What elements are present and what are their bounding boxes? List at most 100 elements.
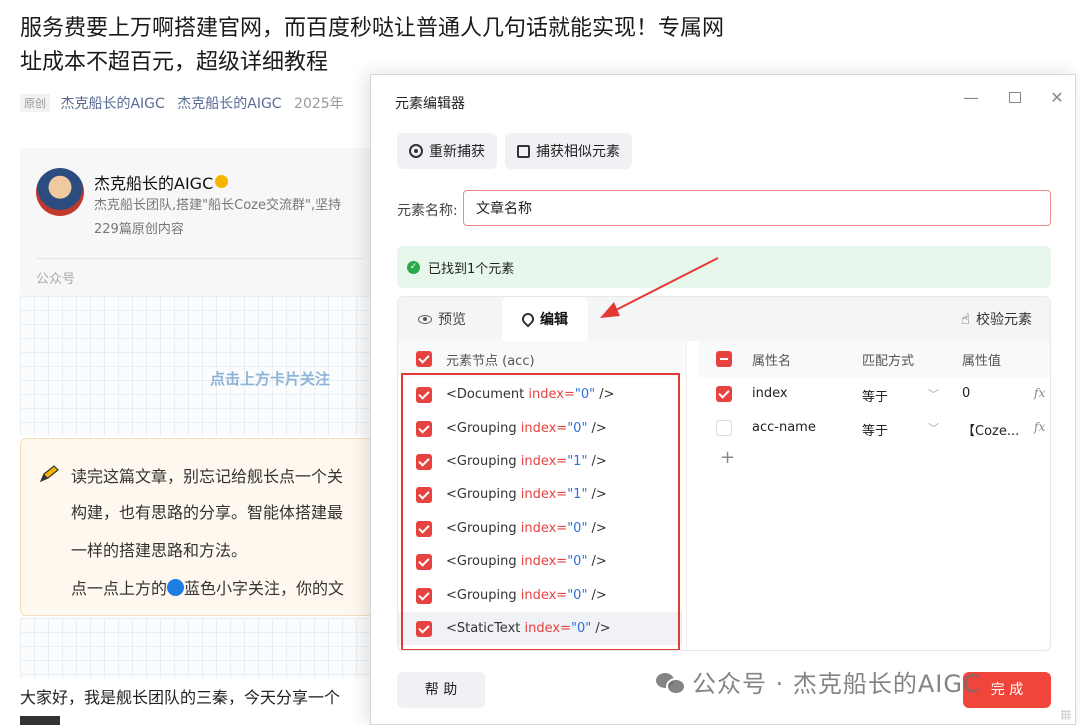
match-select[interactable]: 等于	[862, 420, 888, 439]
property-checkbox[interactable]	[716, 386, 732, 402]
tab-edit[interactable]: 编辑	[502, 297, 588, 341]
article-title: 服务费要上万啊搭建官网，而百度秒哒让普通人几句话就能实现！专属网址成本不超百元，…	[20, 16, 725, 75]
account-profile-card[interactable]: 杰克船长的AIGC 杰克船长团队,搭建"船长Coze交流群",坚持 229篇原创…	[20, 148, 380, 296]
tree-node[interactable]: <Grouping index="0" />	[398, 412, 682, 445]
node-end: />	[591, 621, 611, 636]
note-line-1: 读完这篇文章，别忘记给舰长点一个关	[71, 467, 344, 486]
tree-node[interactable]: <Grouping index="1" />	[398, 478, 682, 511]
resize-grip[interactable]	[1061, 710, 1071, 720]
node-end: />	[587, 487, 607, 502]
verified-icon	[215, 175, 229, 188]
node-tag: <Document	[446, 387, 525, 402]
tree-node[interactable]: <Document index="0" />	[398, 378, 682, 411]
verify-element-button[interactable]: ☝ 校验元素	[941, 297, 1050, 341]
avatar	[36, 168, 84, 216]
tab-preview[interactable]: 预览	[398, 297, 486, 341]
note-line-2: 构建，也有思路的分享。智能体搭建最	[71, 503, 344, 522]
fx-icon[interactable]: fx	[1034, 420, 1045, 434]
property-checkbox[interactable]	[716, 420, 732, 436]
props-select-all-checkbox[interactable]	[716, 351, 732, 367]
follow-tip: 点击上方卡片关注	[210, 370, 331, 388]
found-text: 已找到1个元素	[428, 261, 515, 277]
watermark: 公众号 · 杰克船长的AIGC	[656, 664, 981, 699]
property-row: index 等于 ﹀ 0 fx	[698, 377, 1050, 411]
node-end: />	[587, 454, 607, 469]
props-header: 属性名 匹配方式 属性值	[698, 341, 1050, 377]
node-end: />	[587, 554, 607, 569]
node-attr: index=	[520, 421, 568, 436]
node-checkbox[interactable]	[416, 453, 432, 470]
panel-splitter[interactable]	[686, 341, 698, 650]
tree-node[interactable]: <Grouping index="0" />	[398, 545, 682, 578]
tree-node-selected[interactable]: <StaticText index="0" />	[398, 612, 682, 645]
node-label: <Grouping index="0" />	[446, 521, 607, 536]
element-name-label: 元素名称:	[397, 203, 458, 219]
node-tag: <Grouping	[446, 454, 517, 469]
property-value[interactable]: 【Coze...	[962, 420, 1019, 439]
node-label: <Grouping index="1" />	[446, 487, 607, 502]
element-tree: <Document index="0" /> <Grouping index="…	[398, 377, 686, 650]
element-editor-dialog: 元素编辑器 — ✕ 重新捕获 捕获相似元素 元素名称: ✓ 已找到1个元素 预览…	[370, 74, 1076, 725]
tree-node[interactable]: <Grouping index="0" />	[398, 579, 682, 612]
target-icon	[409, 144, 423, 158]
node-checkbox[interactable]	[416, 553, 432, 570]
node-checkbox[interactable]	[416, 420, 432, 437]
node-attr: index=	[520, 521, 568, 536]
node-tag: <Grouping	[446, 421, 517, 436]
follow-banner: 点击上方卡片关注	[20, 296, 380, 436]
recapture-button[interactable]: 重新捕获	[397, 133, 497, 169]
node-checkbox[interactable]	[416, 620, 432, 637]
node-checkbox[interactable]	[416, 486, 432, 503]
node-tag: <Grouping	[446, 554, 517, 569]
account-desc: 杰克船长团队,搭建"船长Coze交流群",坚持	[94, 198, 342, 213]
tree-header-label: 元素节点 (acc)	[446, 353, 535, 369]
property-name: index	[752, 386, 788, 401]
account-link[interactable]: 杰克船长的AIGC	[177, 96, 281, 112]
node-checkbox[interactable]	[416, 587, 432, 604]
add-property-button[interactable]: +	[720, 447, 735, 468]
node-value: "0"	[567, 588, 588, 603]
element-name-input[interactable]	[463, 190, 1051, 226]
node-value: "1"	[567, 487, 588, 502]
author-link[interactable]: 杰克船长的AIGC	[60, 96, 164, 112]
property-row: acc-name 等于 ﹀ 【Coze... fx	[698, 411, 1050, 445]
wechat-logo-icon	[656, 671, 686, 695]
chevron-down-icon[interactable]: ﹀	[928, 386, 939, 402]
capture-similar-label: 捕获相似元素	[536, 144, 620, 160]
recapture-label: 重新捕获	[429, 144, 485, 160]
account-name: 杰克船长的AIGC	[94, 170, 229, 194]
node-checkbox[interactable]	[416, 386, 432, 403]
tree-select-all-checkbox[interactable]	[416, 351, 432, 367]
chevron-down-icon[interactable]: ﹀	[928, 420, 939, 436]
node-label: <Grouping index="1" />	[446, 454, 607, 469]
location-pin-icon	[519, 310, 537, 328]
fx-icon[interactable]: fx	[1034, 386, 1045, 400]
tab-bar: 预览 编辑 ☝ 校验元素	[398, 297, 1050, 341]
node-tag: <Grouping	[446, 487, 517, 502]
node-tag: <StaticText	[446, 621, 521, 636]
article-meta: 原创 杰克船长的AIGC 杰克船长的AIGC 2025年	[20, 93, 344, 113]
tab-preview-label: 预览	[438, 312, 466, 328]
close-button[interactable]: ✕	[1045, 87, 1069, 109]
help-button[interactable]: 帮 助	[397, 672, 485, 708]
maximize-button[interactable]	[1003, 87, 1027, 109]
node-value: "1"	[567, 454, 588, 469]
divider	[36, 258, 364, 259]
node-checkbox[interactable]	[416, 520, 432, 537]
tree-node[interactable]: <Grouping index="0" />	[398, 512, 682, 545]
minimize-button[interactable]: —	[959, 87, 983, 109]
maximize-icon	[1009, 92, 1021, 103]
property-value[interactable]: 0	[962, 386, 970, 401]
editor-panel: 预览 编辑 ☝ 校验元素 元素节点 (acc) 属性名 匹配方式 属性值 <Do…	[397, 296, 1051, 651]
dialog-title: 元素编辑器	[395, 96, 465, 112]
props-header-value: 属性值	[962, 353, 1002, 369]
capture-similar-button[interactable]: 捕获相似元素	[505, 133, 632, 169]
node-attr: index=	[528, 387, 575, 402]
blue-dot-icon	[167, 579, 185, 596]
badge-fragment	[20, 716, 60, 725]
node-label: <Grouping index="0" />	[446, 554, 607, 569]
match-select[interactable]: 等于	[862, 386, 888, 405]
check-icon: ✓	[407, 260, 420, 274]
eye-icon	[418, 314, 432, 324]
tree-node[interactable]: <Grouping index="1" />	[398, 445, 682, 478]
